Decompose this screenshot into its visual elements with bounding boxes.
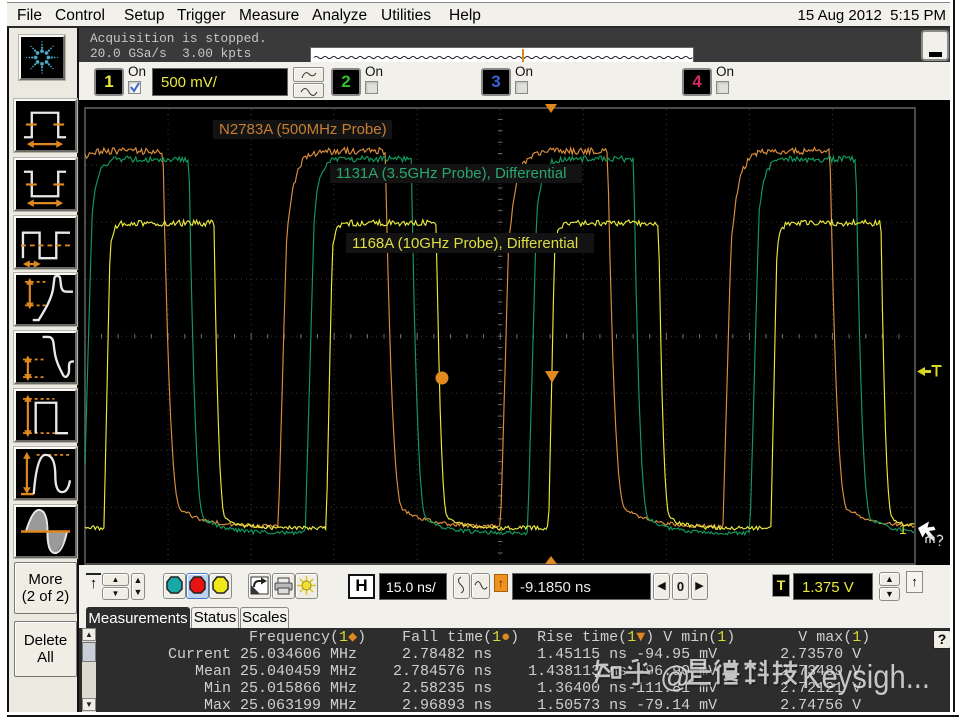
svg-text:1: 1 xyxy=(899,521,907,537)
svg-text:@: @ xyxy=(660,661,690,694)
svg-text:N2783A (500MHz Probe): N2783A (500MHz Probe) xyxy=(219,121,387,138)
svg-text:1168A (10GHz Probe), Different: 1168A (10GHz Probe), Differential xyxy=(352,235,578,252)
svg-text:1131A (3.5GHz Probe), Differen: 1131A (3.5GHz Probe), Differential xyxy=(336,165,566,182)
svg-text:Keysigh...: Keysigh... xyxy=(802,659,930,695)
